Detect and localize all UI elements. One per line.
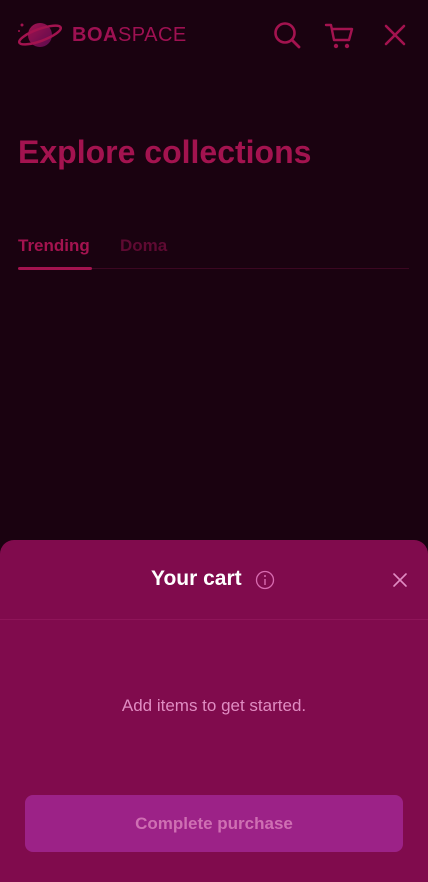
cart-icon[interactable] <box>324 20 354 50</box>
active-tab-indicator <box>18 267 92 270</box>
cart-sheet: Your cart Add items to get started. Comp… <box>0 540 428 882</box>
cart-sheet-header: Your cart <box>0 540 428 620</box>
tab-doma[interactable]: Doma <box>120 236 167 256</box>
cart-title: Your cart <box>151 567 242 590</box>
info-icon[interactable] <box>255 570 275 590</box>
complete-purchase-button[interactable]: Complete purchase <box>25 795 403 852</box>
top-header: BOASPACE <box>0 0 428 70</box>
tab-trending[interactable]: Trending <box>18 236 90 256</box>
logo-text-bold: BOA <box>72 23 118 46</box>
cart-empty-message: Add items to get started. <box>121 696 307 715</box>
collection-tabs: Trending Doma <box>18 234 409 270</box>
search-icon[interactable] <box>272 20 302 50</box>
logo-text-light: SPACE <box>117 23 187 46</box>
close-icon[interactable] <box>381 21 409 49</box>
cart-close-icon[interactable] <box>391 571 409 589</box>
page-title: Explore collections <box>18 134 312 170</box>
boaspace-logo[interactable]: BOASPACE <box>16 18 187 52</box>
logo-text: BOASPACE <box>72 24 187 47</box>
planet-logo-icon <box>17 23 63 47</box>
